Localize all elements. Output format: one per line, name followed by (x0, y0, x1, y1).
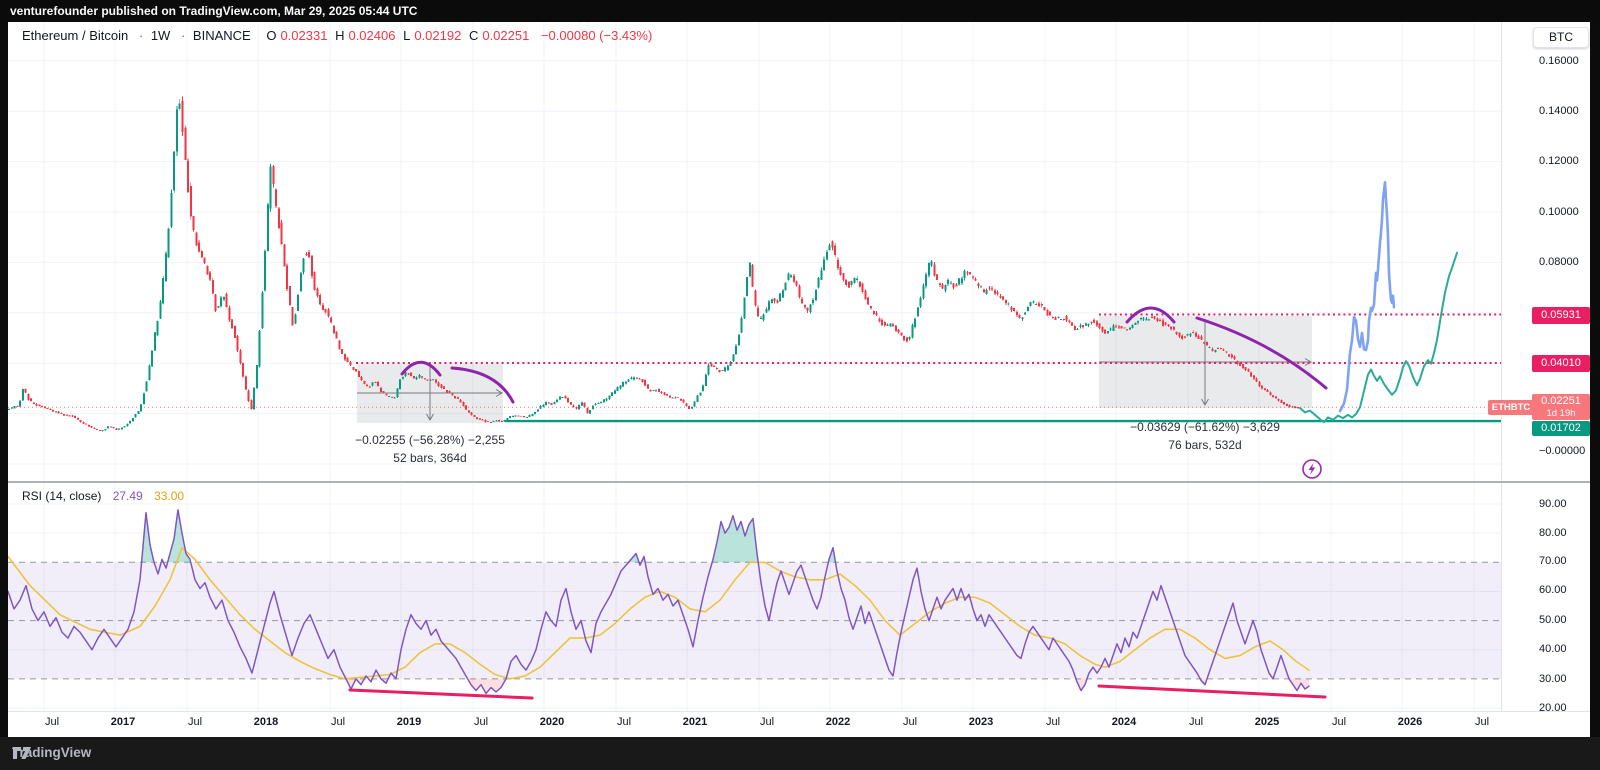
time-axis-label[interactable]: Jul (1046, 716, 1060, 728)
header-dot: · (139, 28, 143, 43)
price-axis-badge: 0.01702 (1532, 421, 1590, 436)
price-axis-label: −0.00000 (1539, 445, 1585, 457)
tradingview-published-chart: venturefounder published on TradingView.… (0, 0, 1600, 770)
time-axis[interactable] (8, 711, 1590, 737)
measure1-bars: 52 bars, 364d (393, 451, 466, 465)
time-axis-label[interactable]: Jul (1332, 716, 1346, 728)
time-axis-label[interactable]: Jul (760, 716, 774, 728)
tradingview-logo-icon (12, 745, 32, 761)
footer-bar: TradingView (0, 737, 1600, 770)
rsi-title[interactable]: RSI (14, close) (22, 489, 101, 503)
rsi-trendline (350, 690, 532, 698)
time-axis-label[interactable]: Jul (903, 716, 917, 728)
price-axis-badge: 0.022511d 19h (1532, 394, 1590, 420)
price-axis-badge: 0.04010 (1532, 355, 1590, 372)
tradingview-brand[interactable]: TradingView (12, 745, 91, 760)
price-axis-label: 0.08000 (1539, 256, 1579, 268)
symbol-ohlc-header: Ethereum / Bitcoin · 1W · BINANCE O 0.023… (22, 28, 656, 46)
time-axis-label[interactable]: Jul (1189, 716, 1203, 728)
time-axis-label[interactable]: 2022 (826, 716, 850, 728)
price-pane[interactable] (8, 22, 1501, 481)
rsi-axis-label: 30.00 (1539, 673, 1567, 685)
close-value: 0.02251 (482, 28, 529, 43)
rsi-axis-label: 80.00 (1539, 527, 1567, 539)
price-axis-label: 0.14000 (1539, 105, 1579, 117)
time-axis-label[interactable]: 2019 (397, 716, 421, 728)
rsi-indicator-header: RSI (14, close) 27.49 33.00 (22, 489, 184, 503)
rsi-axis-label: 60.00 (1539, 584, 1567, 596)
measure2-stats: −0.03629 (−61.62%) −3,629 (1130, 420, 1280, 434)
time-axis-label[interactable]: 2020 (540, 716, 564, 728)
close-label: C (469, 28, 478, 43)
time-axis-label[interactable]: Jul (45, 716, 59, 728)
price-axis-label: 0.16000 (1539, 55, 1579, 67)
time-axis-label[interactable]: Jul (617, 716, 631, 728)
time-axis-label[interactable]: Jul (1475, 716, 1489, 728)
low-value: 0.02192 (414, 28, 461, 43)
low-label: L (403, 28, 410, 43)
time-axis-label[interactable]: Jul (188, 716, 202, 728)
rsi-value: 27.49 (113, 489, 143, 503)
time-axis-label[interactable]: Jul (331, 716, 345, 728)
time-axis-label[interactable]: 2025 (1255, 716, 1279, 728)
rsi-axis-label: 70.00 (1539, 555, 1567, 567)
time-axis-label[interactable]: Jul (474, 716, 488, 728)
open-value: 0.02331 (280, 28, 327, 43)
time-axis-label[interactable]: 2018 (254, 716, 278, 728)
rsi-axis-label: 40.00 (1539, 643, 1567, 655)
open-label: O (266, 28, 276, 43)
price-axis-badge: 0.05931 (1532, 307, 1590, 324)
candle-countdown: 1d 19h (1532, 409, 1590, 418)
time-axis-label[interactable]: 2026 (1398, 716, 1422, 728)
time-axis-label[interactable]: 2021 (683, 716, 707, 728)
rsi-pane[interactable] (8, 484, 1501, 711)
change-value: −0.00080 (−3.43%) (541, 28, 652, 43)
pane-separator[interactable] (8, 481, 1590, 483)
time-axis-label[interactable]: 2024 (1112, 716, 1136, 728)
measure2-bars: 76 bars, 532d (1168, 438, 1241, 452)
rsi-axis-label: 50.00 (1539, 614, 1567, 626)
high-label: H (335, 28, 344, 43)
publish-info-text: venturefounder published on TradingView.… (10, 4, 417, 18)
publish-info-bar: venturefounder published on TradingView.… (0, 0, 1600, 22)
currency-unit-button[interactable]: BTC (1533, 27, 1589, 48)
symbol-title[interactable]: Ethereum / Bitcoin (22, 28, 128, 43)
rsi-axis-label: 20.00 (1539, 702, 1567, 714)
price-axis-label: 0.12000 (1539, 155, 1579, 167)
symbol-price-tag: ETHBTC (1488, 400, 1534, 415)
rsi-ma-value: 33.00 (154, 489, 184, 503)
rsi-axis-label: 90.00 (1539, 498, 1567, 510)
measure1-stats: −0.02255 (−56.28%) −2,255 (355, 433, 505, 447)
timeframe-label[interactable]: 1W (151, 28, 171, 43)
high-value: 0.02406 (348, 28, 395, 43)
time-axis-label[interactable]: 2023 (969, 716, 993, 728)
time-axis-label[interactable]: 2017 (111, 716, 135, 728)
price-axis-label: 0.10000 (1539, 206, 1579, 218)
exchange-label[interactable]: BINANCE (193, 28, 251, 43)
rsi-trendline (1099, 686, 1325, 697)
header-dot: · (181, 28, 185, 43)
